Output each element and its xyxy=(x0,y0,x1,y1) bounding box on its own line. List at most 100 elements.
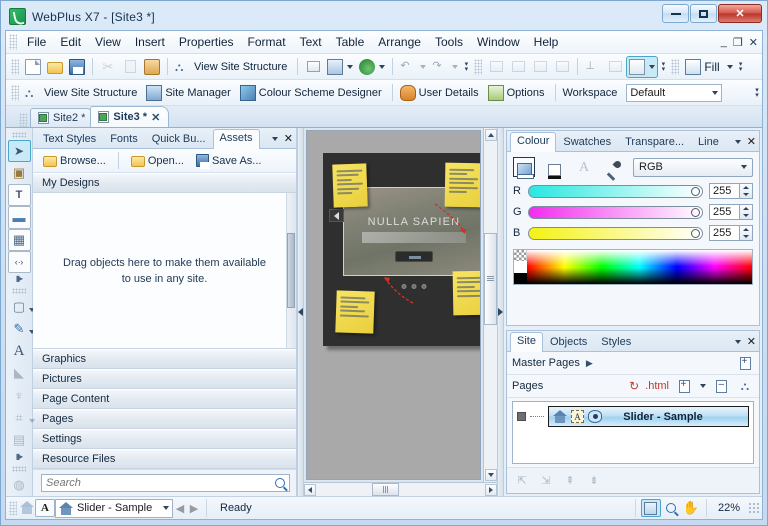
panel-menu-icon[interactable] xyxy=(734,339,741,344)
white-swatch[interactable] xyxy=(514,261,527,273)
tab-quick-builder[interactable]: Quick Bu... xyxy=(145,130,213,148)
artistic-text-tool[interactable]: A xyxy=(8,340,31,362)
assets-section-pictures[interactable]: Pictures xyxy=(33,369,296,389)
tab-site[interactable]: Site xyxy=(510,332,543,352)
browse-button[interactable]: Browse... xyxy=(39,151,110,170)
pointer-tool[interactable]: ➤ xyxy=(7,139,31,162)
mesh-warp-tool[interactable]: ▤ xyxy=(8,429,31,451)
channel-g-stepper[interactable]: 255 xyxy=(709,204,753,220)
align-button[interactable]: ⊥ xyxy=(582,56,604,78)
options-button[interactable]: Options xyxy=(485,82,551,104)
save-as-button[interactable]: Save As... xyxy=(192,151,266,170)
tools-expand-button[interactable]: ▮▸ xyxy=(16,452,23,461)
menu-properties[interactable]: Properties xyxy=(172,32,241,52)
group-button[interactable] xyxy=(604,56,626,78)
assets-section-resource-files[interactable]: Resource Files xyxy=(33,449,296,469)
menu-format[interactable]: Format xyxy=(241,32,293,52)
menu-insert[interactable]: Insert xyxy=(128,32,172,52)
scroll-down-button[interactable] xyxy=(484,469,497,481)
channel-b-slider[interactable] xyxy=(528,226,703,240)
spectrum-picker[interactable] xyxy=(527,250,752,284)
redo-button[interactable]: ↷ xyxy=(429,56,461,78)
toolbar-overflow-button[interactable]: ▾ ▾ xyxy=(736,57,746,77)
menu-tools[interactable]: Tools xyxy=(428,32,470,52)
asset-box-tool[interactable]: ▣ xyxy=(8,162,31,184)
hero-cta-button[interactable] xyxy=(395,251,433,262)
open-button[interactable]: Open... xyxy=(127,151,188,170)
chevron-down-icon[interactable] xyxy=(347,64,354,69)
assets-drop-area[interactable]: Drag objects here to make them available… xyxy=(33,193,296,349)
toolbar-overflow-button[interactable]: ▾ ▾ xyxy=(752,83,762,103)
minimize-button[interactable] xyxy=(662,4,689,23)
slider-dot[interactable] xyxy=(421,284,427,289)
prev-page-button[interactable]: ◀ xyxy=(173,501,187,515)
menu-edit[interactable]: Edit xyxy=(53,32,88,52)
table-tool[interactable]: ▦ xyxy=(7,228,31,251)
page-locator-tool-button[interactable] xyxy=(640,499,661,517)
web-page-design[interactable]: NULLA SAPIEN xyxy=(323,153,480,346)
text-tool[interactable]: T xyxy=(7,184,31,207)
bring-forward-button[interactable] xyxy=(507,56,529,78)
chevron-down-icon[interactable] xyxy=(700,384,706,388)
maximize-button[interactable] xyxy=(690,4,717,23)
canvas-horizontal-scrollbar[interactable] xyxy=(304,482,497,496)
tab-assets[interactable]: Assets xyxy=(212,129,260,149)
view-site-structure-button[interactable]: ⛬ View Site Structure xyxy=(172,56,293,78)
workspace-select[interactable]: Default xyxy=(626,83,723,102)
panel-menu-icon[interactable] xyxy=(734,139,741,144)
channel-g-value[interactable]: 255 xyxy=(709,204,740,220)
mdi-minimize-button[interactable]: _ xyxy=(721,36,727,48)
close-icon[interactable]: ✕ xyxy=(151,111,160,124)
menu-help[interactable]: Help xyxy=(527,32,566,52)
black-swatch[interactable] xyxy=(514,272,527,284)
send-backward-button[interactable] xyxy=(529,56,551,78)
artistic-text-icon[interactable]: A xyxy=(35,499,55,517)
site-manager-button[interactable]: Site Manager xyxy=(143,82,236,104)
cut-button[interactable]: ✂ xyxy=(97,56,119,78)
transparency-tool[interactable]: ♆ xyxy=(8,384,31,406)
page-selection-marker[interactable] xyxy=(517,412,526,421)
tabstrip-grip[interactable] xyxy=(19,113,27,127)
assets-section-my-designs[interactable]: My Designs xyxy=(33,173,296,193)
assets-section-page-content[interactable]: Page Content xyxy=(33,389,296,409)
toolbar-grip[interactable] xyxy=(11,84,19,101)
menu-table[interactable]: Table xyxy=(329,32,372,52)
picture-tool[interactable]: ▬ xyxy=(7,206,31,229)
open-button[interactable] xyxy=(44,56,66,78)
site-structure-button[interactable]: ⛬ xyxy=(736,377,754,395)
prev-slide-arrow[interactable] xyxy=(329,209,344,222)
sticky-note[interactable] xyxy=(332,163,368,208)
tab-swatches[interactable]: Swatches xyxy=(556,133,618,151)
text-colour-button[interactable]: A xyxy=(573,157,595,177)
refresh-icon[interactable]: ↻ xyxy=(629,379,639,393)
pages-list[interactable]: A Slider - Sample xyxy=(512,401,754,464)
toolbar-overflow-button[interactable]: ▾ ▾ xyxy=(461,57,471,77)
document-tab-site2[interactable]: Site2 * xyxy=(30,108,95,127)
tab-styles[interactable]: Styles xyxy=(594,333,638,351)
menu-view[interactable]: View xyxy=(88,32,128,52)
transparent-swatch[interactable] xyxy=(514,250,527,262)
move-up-button[interactable]: ⇞ xyxy=(562,473,578,488)
channel-r-stepper[interactable]: 255 xyxy=(709,183,753,199)
tab-text-styles[interactable]: Text Styles xyxy=(36,130,103,148)
eyedropper-button[interactable] xyxy=(603,157,625,177)
menu-grip[interactable] xyxy=(9,34,17,50)
send-to-back-button[interactable] xyxy=(551,56,573,78)
scroll-track[interactable] xyxy=(484,141,497,469)
assets-section-pages[interactable]: Pages xyxy=(33,409,296,429)
close-icon[interactable]: ✕ xyxy=(747,335,756,348)
tab-transparency[interactable]: Transpare... xyxy=(618,133,691,151)
menu-window[interactable]: Window xyxy=(470,32,527,52)
slider-knob[interactable] xyxy=(691,207,700,217)
zoom-level[interactable]: 22% xyxy=(712,502,748,514)
visible-eye-icon[interactable] xyxy=(588,410,602,423)
rotate-tool[interactable]: ◍ xyxy=(8,474,31,496)
tab-line[interactable]: Line xyxy=(691,133,726,151)
pan-tool-button[interactable]: ✋ xyxy=(681,499,701,517)
pencil-tool[interactable]: ✎ xyxy=(8,318,35,340)
chevron-down-icon[interactable] xyxy=(163,506,169,510)
search-input[interactable] xyxy=(46,477,246,489)
chevron-down-icon[interactable] xyxy=(379,64,386,69)
mdi-restore-button[interactable]: ❐ xyxy=(733,36,743,49)
fill-tool[interactable]: ◣ xyxy=(8,362,31,384)
